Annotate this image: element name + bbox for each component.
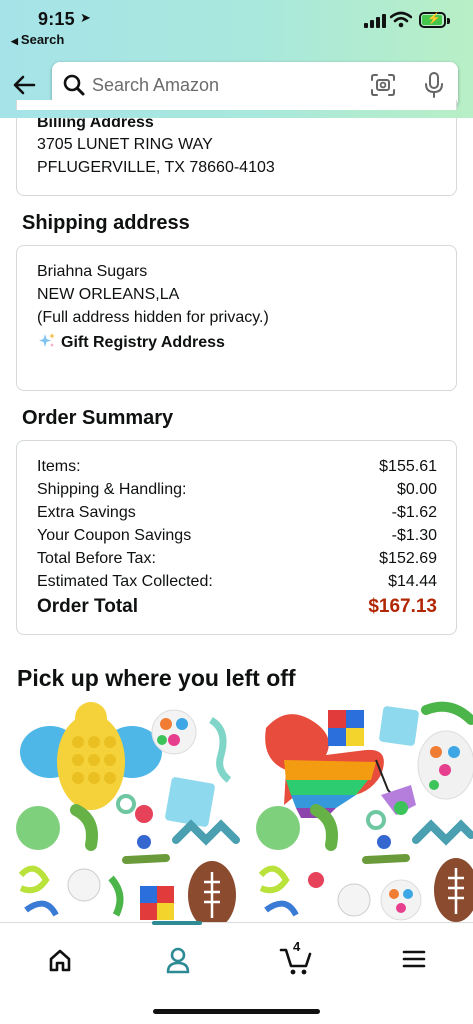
back-triangle-icon: ◀	[11, 36, 18, 46]
summary-label: Total Before Tax:	[37, 550, 156, 567]
summary-label: Items:	[37, 458, 81, 475]
back-to-app-link[interactable]: ◀ Search	[11, 32, 64, 47]
active-tab-indicator	[152, 921, 202, 925]
pick-up-section-title: Pick up where you left off	[17, 665, 296, 691]
camera-scan-icon[interactable]	[370, 73, 396, 97]
status-time: 9:15	[38, 9, 75, 29]
order-total-value: $167.13	[368, 596, 437, 617]
microphone-icon[interactable]	[424, 72, 444, 98]
sparkle-icon	[39, 333, 55, 347]
account-icon[interactable]	[158, 941, 198, 977]
shipping-address-card: Briahna Sugars NEW ORLEANS,LA (Full addr…	[16, 245, 457, 391]
shipping-privacy-note: (Full address hidden for privacy.)	[37, 309, 269, 326]
back-arrow-icon[interactable]	[10, 70, 40, 100]
home-icon[interactable]	[40, 941, 80, 977]
cart-button[interactable]: 4	[276, 939, 316, 977]
summary-value: $0.00	[396, 481, 437, 498]
product-image-fidget-set-1[interactable]	[16, 700, 248, 922]
status-bar: 9:15 ➤ ◀ Search ⚡	[0, 0, 473, 50]
gift-registry-label: Gift Registry Address	[61, 334, 225, 351]
summary-value: $152.69	[379, 550, 437, 567]
search-icon	[63, 74, 85, 96]
summary-value: $155.61	[379, 458, 437, 475]
cellular-signal-icon	[364, 14, 386, 28]
back-app-label: Search	[20, 32, 65, 47]
shipping-name: Briahna Sugars	[37, 263, 148, 280]
summary-value: -$1.62	[391, 504, 437, 521]
shipping-city: NEW ORLEANS,LA	[37, 286, 180, 303]
order-summary-card: Items: $155.61 Shipping & Handling: $0.0…	[16, 440, 457, 635]
summary-label: Your Coupon Savings	[37, 527, 192, 544]
summary-label: Extra Savings	[37, 504, 136, 521]
home-indicator	[153, 1009, 320, 1014]
summary-value: $14.44	[388, 573, 437, 590]
product-image-fidget-set-2[interactable]	[256, 700, 473, 922]
wifi-icon	[390, 11, 412, 28]
summary-label: Shipping & Handling:	[37, 481, 187, 498]
billing-address-line-1: 3705 LUNET RING WAY	[37, 136, 213, 153]
billing-address-line-2: PFLUGERVILLE, TX 78660-4103	[37, 159, 275, 176]
cart-count-badge: 4	[293, 939, 301, 954]
header-bottom-edge	[0, 110, 473, 118]
order-summary-title: Order Summary	[22, 407, 174, 429]
summary-label: Estimated Tax Collected:	[37, 573, 213, 590]
summary-value: -$1.30	[391, 527, 437, 544]
menu-icon[interactable]	[394, 941, 434, 977]
gift-registry-address: Gift Registry Address	[37, 332, 225, 352]
order-total-label: Order Total	[37, 596, 138, 617]
battery-icon: ⚡	[419, 12, 450, 28]
shipping-address-title: Shipping address	[22, 212, 190, 234]
location-arrow-icon: ➤	[80, 10, 91, 25]
